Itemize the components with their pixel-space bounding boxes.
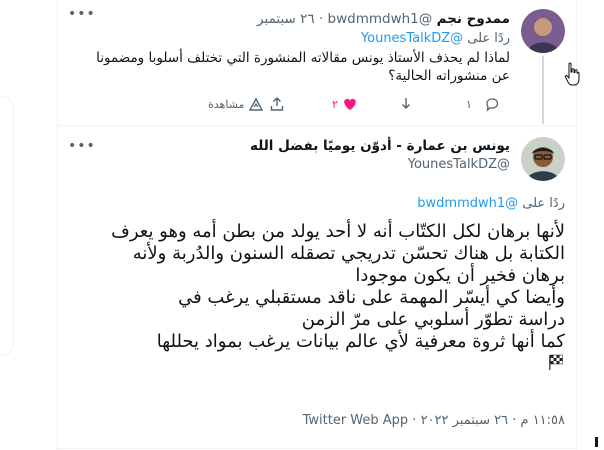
replying-to: ردًا على @bwdmmdwh1	[417, 196, 565, 211]
like-icon	[344, 98, 356, 110]
tweet-line: برهان فخير أن يكون موجودا	[355, 265, 565, 286]
analytics-label: مشاهدة	[208, 97, 245, 111]
analytics-button[interactable]: مشاهدة	[208, 94, 264, 114]
replying-label: ردًا على	[467, 31, 510, 46]
right-gutter	[577, 0, 604, 450]
action-bar: مشاهدة ٢ ١	[58, 94, 578, 114]
reply-button[interactable]: ١	[466, 94, 500, 114]
display-name[interactable]: ممدوح نجم	[437, 11, 510, 27]
share-button[interactable]	[269, 94, 285, 114]
separator: ·	[318, 11, 324, 27]
tweet-line: دراسة تطوّر أسلوبي على مرّ الزمن	[301, 309, 565, 330]
pointer-cursor-icon	[564, 62, 580, 86]
left-panel-edge	[0, 96, 14, 356]
tweet-text: لأنها برهان لكل الكتّاب أنه لا أحد يولد …	[70, 221, 565, 377]
tweet-line: كما أنها ثروة معرفية لأي عالم بيانات يرغ…	[156, 331, 565, 352]
reply-count: ١	[466, 97, 472, 111]
analytics-icon	[249, 97, 264, 111]
scrollbar-mark	[595, 437, 598, 447]
replying-handle[interactable]: @YounesTalkDZ	[361, 31, 463, 46]
tweet-header: ممدوح نجم @bwdmmdwh1 · ٢٦ سبتمبر	[257, 10, 510, 28]
replying-label: ردًا على	[522, 196, 565, 211]
divider	[58, 448, 578, 449]
tweet-text: لماذا لم يحذف الأستاذ يونس مقالاته المنش…	[96, 50, 510, 84]
tweet-line: الكتابة بل هناك تحسّن تدريجي تصقله السنو…	[132, 243, 565, 264]
like-button[interactable]: ٢	[332, 94, 358, 114]
handle[interactable]: @bwdmmdwh1	[328, 11, 433, 27]
left-gutter	[0, 0, 57, 450]
share-icon	[270, 97, 284, 111]
reply-icon	[486, 98, 499, 112]
reply-tweet[interactable]: ممدوح نجم @bwdmmdwh1 · ٢٦ سبتمبر ••• ردً…	[58, 0, 578, 125]
more-icon[interactable]: •••	[68, 138, 96, 154]
checkered-flag-icon	[549, 354, 563, 370]
tweet-date[interactable]: ٢٦ سبتمبر	[257, 11, 315, 27]
tweet-column: ممدوح نجم @bwdmmdwh1 · ٢٦ سبتمبر ••• ردً…	[57, 0, 578, 450]
replying-to: ردًا على @YounesTalkDZ	[361, 31, 510, 46]
avatar[interactable]	[521, 137, 565, 181]
more-icon[interactable]: •••	[68, 6, 96, 22]
like-count: ٢	[332, 97, 338, 111]
retweet-button[interactable]	[398, 94, 414, 114]
tweet-line: لأنها برهان لكل الكتّاب أنه لا أحد يولد …	[111, 221, 565, 242]
replying-handle[interactable]: @bwdmmdwh1	[417, 196, 518, 211]
retweet-icon	[402, 98, 410, 109]
display-name[interactable]: يونس بن عمارة - أدوّن يوميًا بفضل الله	[250, 138, 510, 154]
tweet-line: وأيضا كي أيسّر المهمة على ناقد مستقبلي ي…	[178, 287, 565, 308]
handle[interactable]: @YounesTalkDZ	[408, 157, 510, 172]
tweet-timestamp[interactable]: ١١:٥٨ م · ٢٦ سبتمبر ٢٠٢٢ · Twitter Web A…	[303, 413, 565, 428]
avatar[interactable]	[521, 9, 565, 53]
main-tweet: يونس بن عمارة - أدوّن يوميًا بفضل الله @…	[58, 125, 578, 450]
